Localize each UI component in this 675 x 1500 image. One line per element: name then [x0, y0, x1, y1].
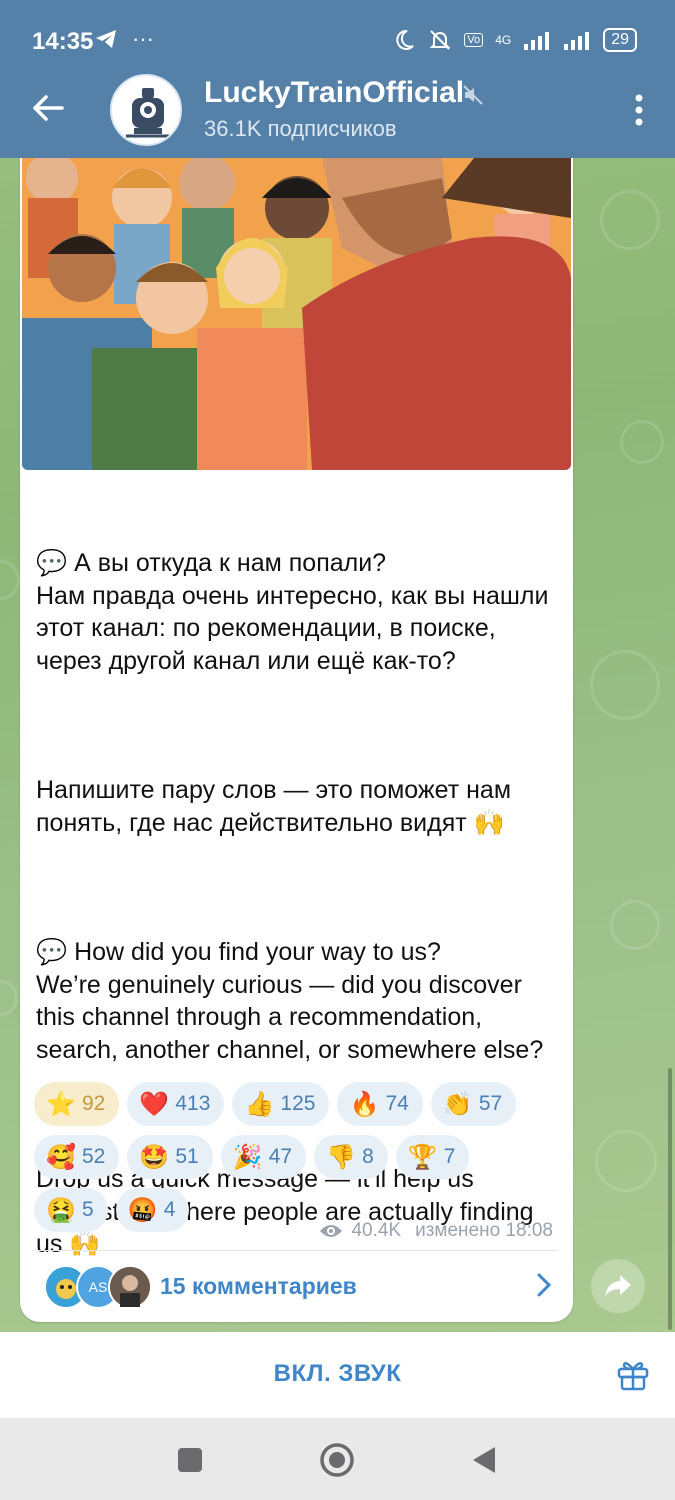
comments-button[interactable]: AS 15 комментариев [20, 1251, 573, 1321]
reaction-party[interactable]: 🎉 47 [220, 1135, 307, 1179]
photo-avatar-icon [110, 1267, 150, 1307]
fire-icon: 🔥 [349, 1090, 380, 1118]
subscriber-count: 36.1K подписчиков [204, 116, 397, 141]
chat-header: 14:35 ··· Vo 4G 29 LuckyTrainOfficial 36… [0, 0, 675, 158]
reaction-clap[interactable]: 👏 57 [430, 1082, 517, 1126]
post-image[interactable] [22, 158, 571, 470]
love-face-icon: 🥰 [46, 1143, 76, 1171]
reaction-count: 51 [175, 1145, 199, 1168]
eye-icon [320, 1225, 343, 1237]
gift-icon[interactable] [615, 1356, 651, 1392]
circle-icon [320, 1443, 354, 1477]
reaction-count: 47 [268, 1145, 293, 1168]
reaction-thumbs-up[interactable]: 👍 125 [232, 1082, 330, 1126]
reactions-row: 🥰 52 🤩 51 🎉 47 👎 8 🏆 7 [34, 1135, 564, 1179]
system-nav-bar [0, 1418, 675, 1500]
post-paragraph-ru-request: Напишите пару слов — это поможет нам пон… [36, 776, 518, 837]
status-bar: 14:35 ··· Vo 4G 29 [0, 0, 675, 80]
chevron-right-icon [537, 1273, 551, 1297]
channel-bottom-bar: ВКЛ. ЗВУК [0, 1332, 675, 1418]
channel-title[interactable]: LuckyTrainOfficial [204, 76, 464, 110]
reaction-thumbs-down[interactable]: 👎 8 [314, 1135, 388, 1179]
reaction-trophy[interactable]: 🏆 7 [395, 1135, 470, 1179]
scrollbar[interactable] [668, 1068, 672, 1330]
reaction-count: 92 [82, 1092, 106, 1115]
post-meta: 40.4K изменено 18:08 [319, 1220, 553, 1242]
reaction-star-eyes[interactable]: 🤩 51 [127, 1135, 213, 1179]
reaction-star[interactable]: ⭐ 92 [34, 1082, 120, 1126]
network-type: 4G [495, 33, 512, 47]
battery-icon: 29 [603, 28, 637, 52]
clap-icon: 👏 [442, 1090, 473, 1118]
trophy-icon: 🏆 [407, 1143, 438, 1171]
status-right-icons: Vo 4G 29 [392, 28, 637, 52]
comments-label: 15 комментариев [160, 1273, 357, 1299]
reaction-fire[interactable]: 🔥 74 [337, 1082, 423, 1126]
channel-avatar[interactable] [110, 74, 182, 146]
status-time: 14:35 [32, 28, 94, 55]
star-eyes-icon: 🤩 [139, 1143, 170, 1171]
reaction-count: 8 [362, 1145, 374, 1168]
unmute-button[interactable]: ВКЛ. ЗВУК [0, 1360, 675, 1388]
reaction-count: 5 [82, 1198, 94, 1221]
home-button[interactable] [319, 1442, 355, 1478]
crowd-illustration [22, 158, 571, 470]
volte-icon: Vo [464, 33, 484, 47]
edited-time: изменено 18:08 [415, 1220, 553, 1241]
reaction-count: 57 [478, 1092, 503, 1115]
moon-icon [396, 29, 415, 50]
signal-icon [524, 32, 550, 50]
signal-2-icon [564, 32, 590, 50]
recents-button[interactable] [172, 1442, 208, 1478]
back-button[interactable] [466, 1442, 502, 1478]
commenter-avatars: AS [44, 1265, 164, 1309]
cursing-face-icon: 🤬 [127, 1196, 158, 1224]
reaction-count: 125 [280, 1092, 316, 1115]
post-paragraph-ru-question: 💬 А вы откуда к нам попали? Нам правда о… [36, 549, 549, 675]
star-reaction-icon: ⭐ [46, 1090, 76, 1118]
channel-post: 💬 А вы откуда к нам попали? Нам правда о… [20, 158, 573, 1322]
post-paragraph-en-question: 💬 How did you find your way to us? We’re… [36, 938, 544, 1064]
reaction-count: 7 [443, 1145, 456, 1168]
reaction-count: 413 [175, 1092, 211, 1115]
telegram-notification-icon [96, 30, 116, 48]
view-count: 40.4K [351, 1220, 402, 1241]
party-popper-icon: 🎉 [232, 1143, 263, 1171]
reaction-count: 52 [82, 1145, 106, 1168]
reaction-love-face[interactable]: 🥰 52 [34, 1135, 120, 1179]
train-logo-icon [114, 78, 180, 144]
more-notifications-icon: ··· [132, 26, 154, 51]
reaction-cursing[interactable]: 🤬 4 [115, 1188, 190, 1232]
share-button[interactable] [591, 1259, 645, 1313]
status-left-icons: ··· [94, 28, 154, 50]
thumbs-up-icon: 👍 [244, 1090, 275, 1118]
bell-off-icon [429, 30, 451, 50]
square-icon [178, 1448, 202, 1472]
reaction-heart[interactable]: ❤️ 413 [127, 1082, 225, 1126]
reactions-panel: ⭐ 92 ❤️ 413 👍 125 🔥 74 👏 57 🥰 52 🤩 51 🎉 47 👎 8 🏆 7… [34, 1082, 564, 1241]
reactions-row: ⭐ 92 ❤️ 413 👍 125 🔥 74 👏 57 [34, 1082, 564, 1126]
reaction-count: 4 [163, 1198, 176, 1221]
more-menu-icon[interactable] [631, 92, 647, 128]
reaction-count: 74 [385, 1092, 409, 1115]
triangle-back-icon [473, 1447, 495, 1473]
vomit-face-icon: 🤮 [46, 1196, 76, 1224]
reaction-vomit[interactable]: 🤮 5 [34, 1188, 108, 1232]
share-arrow-icon [605, 1275, 631, 1297]
thumbs-down-icon: 👎 [326, 1143, 357, 1171]
avatar [108, 1265, 152, 1309]
heart-icon: ❤️ [139, 1090, 170, 1118]
muted-speaker-icon [463, 85, 483, 105]
back-arrow-icon[interactable] [28, 88, 68, 128]
